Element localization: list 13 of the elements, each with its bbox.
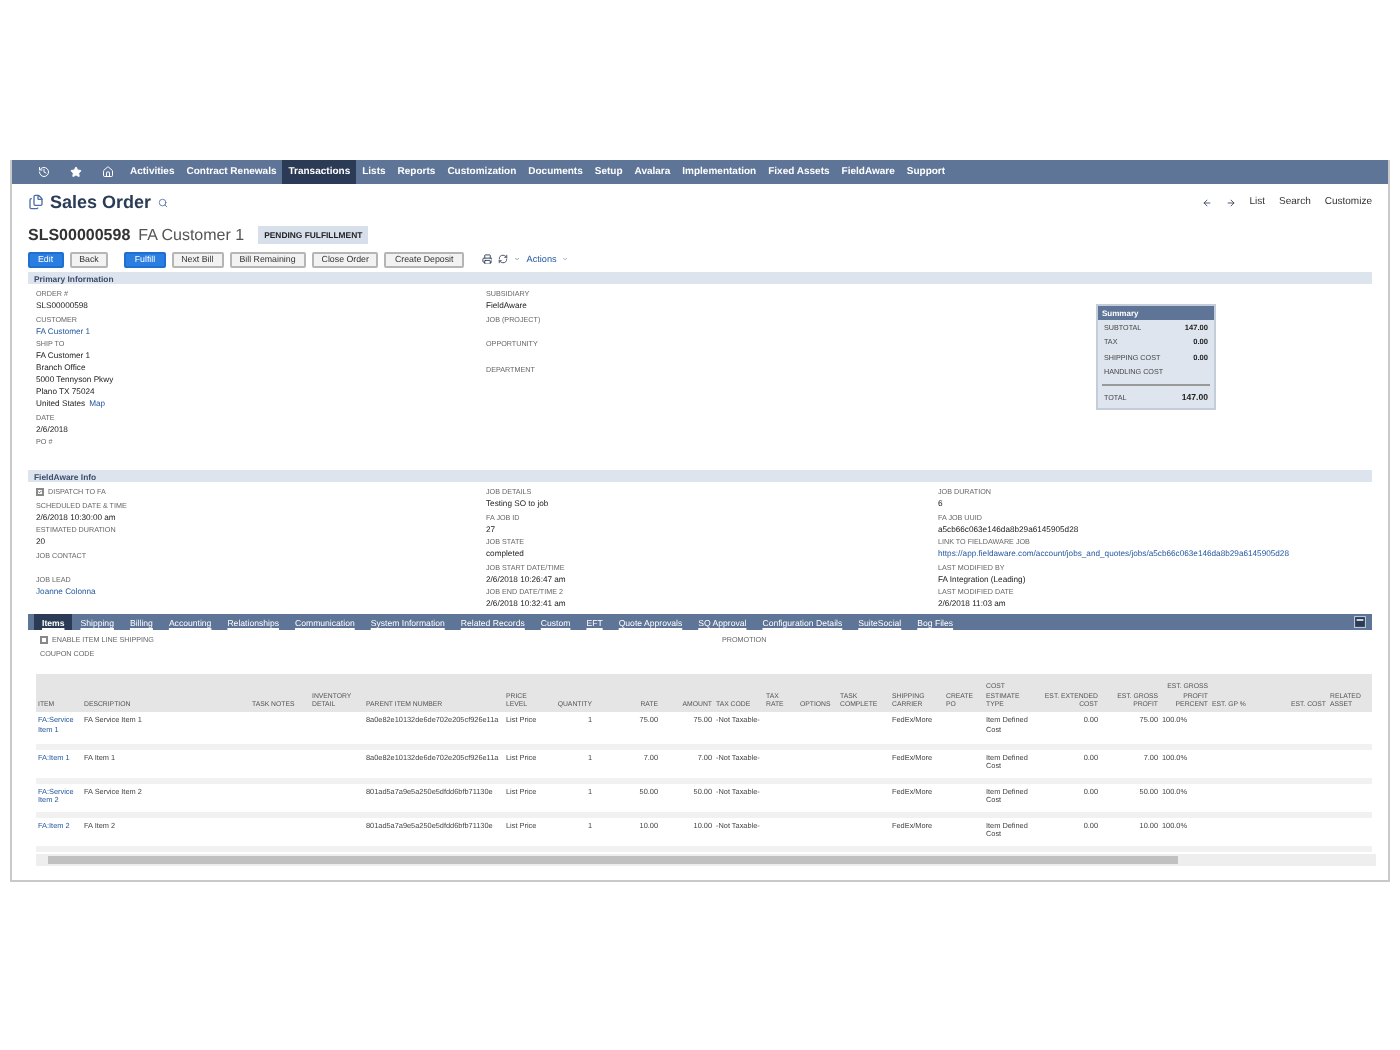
forward-arrow-icon[interactable] — [1225, 197, 1236, 207]
record-name: FA Customer 1 — [138, 225, 245, 243]
documents-icon — [28, 194, 44, 210]
checkbox[interactable] — [36, 488, 44, 496]
page-title: Sales Order — [50, 192, 152, 212]
search-icon[interactable] — [157, 197, 168, 207]
horizontal-scrollbar[interactable] — [36, 853, 1376, 865]
checkbox[interactable] — [40, 636, 48, 644]
back-arrow-icon[interactable] — [1201, 197, 1212, 207]
print-icon[interactable] — [481, 253, 493, 265]
record-number: SLS00000598 — [28, 225, 131, 243]
panel-icon[interactable] — [1354, 616, 1366, 628]
refresh-icon[interactable] — [498, 254, 509, 264]
